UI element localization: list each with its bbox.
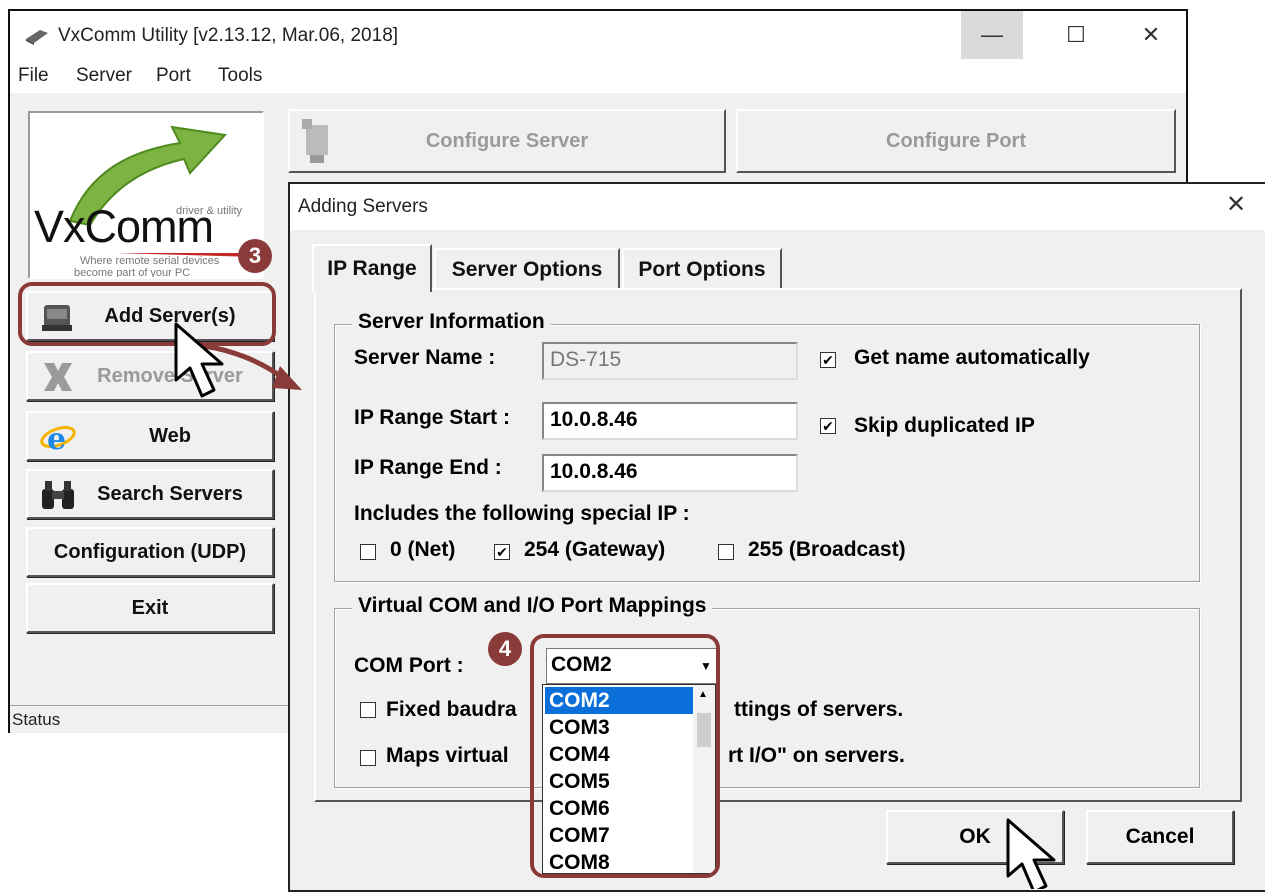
- configuration-udp-button[interactable]: Configuration (UDP): [26, 527, 274, 577]
- close-button[interactable]: ✕: [1120, 11, 1182, 59]
- mouse-cursor-icon: [174, 322, 224, 398]
- maps-virtual-checkbox[interactable]: [360, 750, 376, 766]
- cancel-button[interactable]: Cancel: [1086, 810, 1234, 864]
- minimize-button[interactable]: —: [961, 11, 1023, 59]
- plug-icon: [26, 30, 48, 45]
- dialog-close-button[interactable]: ✕: [1226, 190, 1246, 219]
- menu-port[interactable]: Port: [156, 65, 191, 87]
- menu-file[interactable]: File: [18, 65, 49, 87]
- menu-tools[interactable]: Tools: [218, 65, 262, 87]
- server-information-legend: Server Information: [352, 310, 551, 334]
- get-name-checkbox[interactable]: ✔: [820, 352, 836, 368]
- ip-end-field[interactable]: 10.0.8.46: [542, 454, 798, 492]
- search-servers-button[interactable]: Search Servers: [26, 469, 274, 519]
- menu-bar: File Server Port Tools: [10, 59, 1186, 93]
- skip-duplicated-checkbox[interactable]: ✔: [820, 418, 836, 434]
- get-name-label: Get name automatically: [854, 346, 1090, 369]
- fixed-baudrate-label-right: ttings of servers.: [734, 698, 904, 721]
- exit-button[interactable]: Exit: [26, 583, 274, 633]
- tab-server-options[interactable]: Server Options: [434, 248, 620, 290]
- status-text: Status: [12, 710, 61, 729]
- maps-virtual-label-left: Maps virtual: [386, 744, 509, 767]
- ip-end-label: IP Range End :: [354, 456, 502, 479]
- ip-start-field[interactable]: 10.0.8.46: [542, 402, 798, 440]
- web-button[interactable]: e Web: [26, 411, 274, 461]
- window-title: VxComm Utility [v2.13.12, Mar.06, 2018]: [58, 25, 399, 46]
- configure-port-button[interactable]: Configure Port: [736, 109, 1176, 173]
- maximize-button[interactable]: ☐: [1045, 11, 1107, 59]
- tab-port-options[interactable]: Port Options: [622, 248, 782, 290]
- logo-text: VxComm: [34, 201, 214, 252]
- special-ip-label: Includes the following special IP :: [354, 502, 690, 525]
- main-title-bar: VxComm Utility [v2.13.12, Mar.06, 2018] …: [10, 11, 1186, 59]
- binoculars-icon: [42, 481, 74, 509]
- special-ip-gateway-checkbox[interactable]: ✔: [494, 544, 510, 560]
- adding-servers-dialog: Adding Servers ✕ IP Range Server Options…: [288, 182, 1265, 892]
- com-port-label: COM Port :: [354, 654, 464, 677]
- status-bar: Status: [10, 705, 294, 733]
- mappings-legend: Virtual COM and I/O Port Mappings: [352, 594, 713, 618]
- configure-server-button[interactable]: Configure Server: [288, 109, 726, 173]
- menu-server[interactable]: Server: [76, 65, 132, 87]
- special-ip-broadcast-checkbox[interactable]: [718, 544, 734, 560]
- fixed-baudrate-label-left: Fixed baudra: [386, 698, 517, 721]
- server-name-label: Server Name :: [354, 346, 496, 369]
- special-ip-net-label: 0 (Net): [390, 538, 456, 561]
- add-server-highlight: [18, 282, 276, 346]
- dialog-title-bar: Adding Servers ✕: [290, 184, 1265, 230]
- fixed-baudrate-checkbox[interactable]: [360, 702, 376, 718]
- skip-duplicated-label: Skip duplicated IP: [854, 414, 1035, 437]
- internet-explorer-icon: e: [40, 422, 76, 455]
- step-3-badge: 3: [238, 239, 272, 273]
- maps-virtual-label-right: rt I/O" on servers.: [728, 744, 905, 767]
- vxcomm-logo: driver & utility VxComm Where remote ser…: [28, 111, 264, 279]
- server-name-field[interactable]: DS-715: [542, 342, 798, 380]
- tab-ip-range[interactable]: IP Range: [312, 244, 432, 292]
- svg-text:e: e: [47, 422, 66, 455]
- special-ip-broadcast-label: 255 (Broadcast): [748, 538, 906, 561]
- special-ip-net-checkbox[interactable]: [360, 544, 376, 560]
- dialog-title: Adding Servers: [298, 196, 428, 217]
- remove-x-icon: [44, 363, 72, 391]
- step-4-badge: 4: [488, 632, 522, 666]
- ip-start-label: IP Range Start :: [354, 406, 510, 429]
- com-port-highlight: [530, 634, 720, 878]
- mouse-cursor-icon: [1006, 818, 1056, 889]
- special-ip-gateway-label: 254 (Gateway): [524, 538, 666, 561]
- configure-tool-icon: [302, 119, 328, 163]
